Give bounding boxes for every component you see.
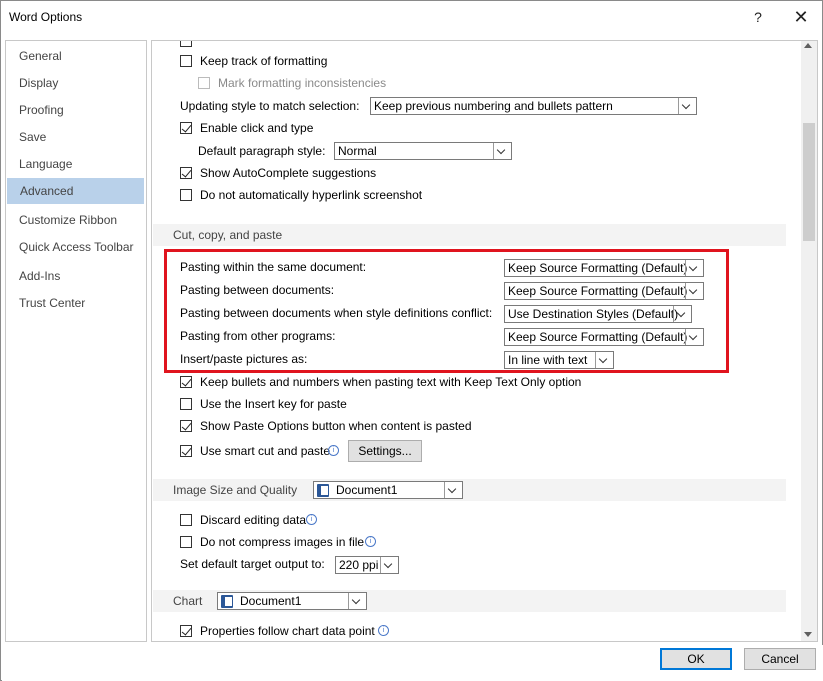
dialog-title: Word Options — [9, 10, 83, 24]
follow-data-point-checkbox[interactable] — [180, 625, 192, 637]
word-document-icon — [221, 595, 233, 608]
partial-checkbox[interactable] — [180, 41, 192, 47]
chevron-down-icon[interactable] — [348, 593, 366, 609]
scrollbar-thumb[interactable] — [803, 123, 815, 241]
updating-style-dropdown[interactable]: Keep previous numbering and bullets patt… — [370, 97, 697, 115]
chart-document-dropdown[interactable]: Document1 — [217, 592, 367, 610]
default-paragraph-dropdown[interactable]: Normal — [334, 142, 512, 160]
no-compress-label: Do not compress images in file — [200, 535, 365, 549]
target-output-dropdown[interactable]: 220 ppi — [335, 556, 399, 574]
image-size-document-dropdown[interactable]: Document1 — [313, 481, 463, 499]
use-insert-key-label: Use the Insert key for paste — [200, 397, 347, 411]
default-paragraph-label: Default paragraph style: — [198, 144, 326, 158]
nav-item-quick-access-toolbar[interactable]: Quick Access Toolbar — [6, 234, 144, 260]
no-hyperlink-checkbox[interactable] — [180, 189, 192, 201]
nav-item-trust-center[interactable]: Trust Center — [6, 290, 144, 316]
enable-click-type-checkbox[interactable] — [180, 122, 192, 134]
section-image-size: Image Size and Quality — [153, 479, 786, 501]
no-compress-checkbox[interactable] — [180, 536, 192, 548]
info-icon: i — [365, 536, 376, 547]
target-output-value: 220 ppi — [339, 558, 379, 572]
chevron-down-icon[interactable] — [678, 98, 696, 114]
scroll-up-icon[interactable] — [804, 43, 812, 48]
use-insert-key-checkbox[interactable] — [180, 398, 192, 410]
chevron-down-icon[interactable] — [380, 557, 398, 573]
mark-inconsistencies-checkbox[interactable] — [198, 77, 210, 89]
smart-cut-label: Use smart cut and paste — [200, 444, 331, 458]
show-autocomplete-label: Show AutoComplete suggestions — [200, 166, 377, 180]
dialog-footer: OK Cancel — [2, 645, 823, 681]
mark-inconsistencies-label: Mark formatting inconsistencies — [218, 76, 387, 90]
nav-item-language[interactable]: Language — [6, 151, 144, 177]
chart-document-value: Document1 — [240, 594, 302, 608]
show-paste-options-label: Show Paste Options button when content i… — [200, 419, 472, 433]
target-output-label: Set default target output to: — [180, 557, 325, 571]
nav-item-proofing[interactable]: Proofing — [6, 97, 144, 123]
highlight-box — [164, 249, 729, 373]
options-nav: General Display Proofing Save Language A… — [5, 40, 147, 642]
nav-item-add-ins[interactable]: Add-Ins — [6, 263, 144, 289]
nav-item-display[interactable]: Display — [6, 70, 144, 96]
nav-item-save[interactable]: Save — [6, 124, 144, 150]
info-icon: i — [378, 625, 389, 636]
enable-click-type-label: Enable click and type — [200, 121, 314, 135]
title-bar: Word Options ? ✕ — [1, 1, 822, 33]
word-options-dialog: Word Options ? ✕ General Display Proofin… — [0, 0, 823, 681]
keep-bullets-label: Keep bullets and numbers when pasting te… — [200, 375, 582, 389]
nav-item-customize-ribbon[interactable]: Customize Ribbon — [6, 207, 144, 233]
keep-track-checkbox[interactable] — [180, 55, 192, 67]
follow-data-point-label: Properties follow chart data point — [200, 624, 375, 638]
nav-item-advanced[interactable]: Advanced — [7, 178, 144, 204]
discard-editing-label: Discard editing data — [200, 513, 307, 527]
info-icon: i — [306, 514, 317, 525]
keep-bullets-checkbox[interactable] — [180, 376, 192, 388]
nav-item-general[interactable]: General — [6, 43, 144, 69]
image-size-header: Image Size and Quality — [173, 483, 298, 497]
updating-style-value: Keep previous numbering and bullets patt… — [374, 99, 613, 113]
keep-track-label: Keep track of formatting — [200, 54, 328, 68]
default-paragraph-value: Normal — [338, 144, 377, 158]
image-size-document-value: Document1 — [336, 483, 398, 497]
cancel-button[interactable]: Cancel — [744, 648, 816, 670]
show-paste-options-checkbox[interactable] — [180, 420, 192, 432]
smart-cut-checkbox[interactable] — [180, 445, 192, 457]
chart-header: Chart — [173, 594, 203, 608]
discard-editing-checkbox[interactable] — [180, 514, 192, 526]
word-document-icon — [317, 484, 329, 497]
chevron-down-icon[interactable] — [444, 482, 462, 498]
settings-button[interactable]: Settings... — [348, 440, 422, 462]
no-hyperlink-label: Do not automatically hyperlink screensho… — [200, 188, 423, 202]
chevron-down-icon[interactable] — [493, 143, 511, 159]
section-cut-copy-paste: Cut, copy, and paste — [153, 224, 786, 246]
vertical-scrollbar[interactable] — [801, 41, 817, 641]
updating-style-label: Updating style to match selection: — [180, 99, 360, 113]
help-button[interactable]: ? — [741, 5, 775, 29]
ok-button[interactable]: OK — [660, 648, 732, 670]
scroll-down-icon[interactable] — [804, 632, 812, 637]
close-button[interactable]: ✕ — [784, 5, 818, 29]
show-autocomplete-checkbox[interactable] — [180, 167, 192, 179]
info-icon: i — [328, 445, 339, 456]
